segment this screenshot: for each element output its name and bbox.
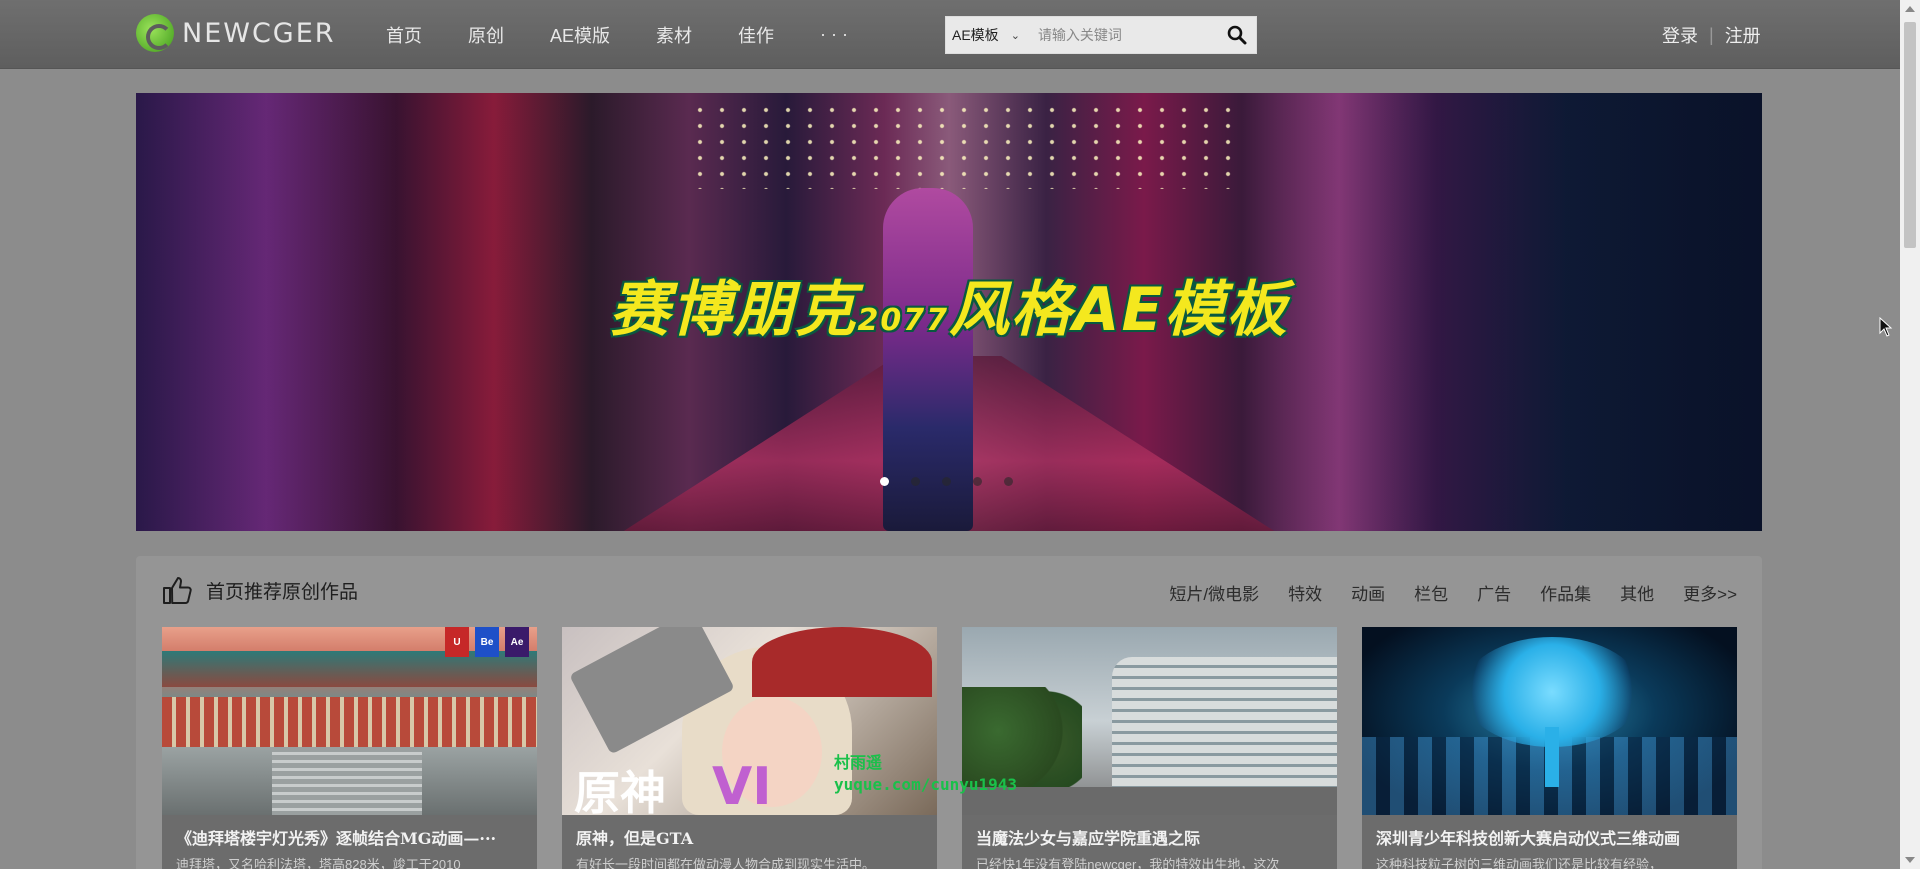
thumb-road xyxy=(962,787,1337,815)
mouse-cursor-icon xyxy=(1879,317,1893,337)
search-bar: AE模板 ⌄ xyxy=(945,16,1257,54)
banner-dot-3[interactable] xyxy=(942,477,951,486)
card-title: 深圳青少年科技创新大赛启动仪式三维动画 xyxy=(1376,829,1681,848)
search-category-value: AE模板 xyxy=(952,27,999,43)
main-nav: 首页 原创 AE模版 素材 佳作 · · · xyxy=(386,0,894,69)
logo-icon xyxy=(136,14,174,52)
search-category-select[interactable]: AE模板 ⌄ xyxy=(946,17,1034,53)
watermark: 村雨遥 yuque.com/cunyu1943 xyxy=(834,752,1017,796)
banner-dot-2[interactable] xyxy=(911,477,920,486)
banner-title-number: 2077 xyxy=(857,303,950,338)
watermark-url: yuque.com/cunyu1943 xyxy=(834,775,1018,794)
thumb-trunk xyxy=(1545,727,1559,787)
card-desc: 这种科技粒子树的三维动画我们还是比较有经验， xyxy=(1376,857,1663,869)
tab-advertising[interactable]: 广告 xyxy=(1477,580,1511,605)
badge-after-effects: Ae xyxy=(505,627,529,657)
thumb-genshin-text: 原神 xyxy=(574,766,666,815)
tab-animation[interactable]: 动画 xyxy=(1351,580,1385,605)
badge-u: U xyxy=(445,627,469,657)
register-link[interactable]: 注册 xyxy=(1725,22,1761,48)
thumb-building xyxy=(1112,657,1337,787)
thumb-hat xyxy=(752,627,932,697)
watermark-author: 村雨遥 xyxy=(834,753,883,772)
banner-title-part1: 赛博朋克 xyxy=(609,275,858,345)
banner-title-part3: 风格AE模板 xyxy=(949,275,1289,345)
category-tabs: 短片/微电影 特效 动画 栏包 广告 作品集 其他 更多>> xyxy=(1140,580,1737,605)
section-title: 首页推荐原创作品 xyxy=(206,580,359,603)
software-badges: U Be Ae xyxy=(439,627,529,657)
page-scrollbar[interactable] xyxy=(1900,0,1920,869)
tab-short-film[interactable]: 短片/微电影 xyxy=(1169,580,1259,605)
search-input[interactable] xyxy=(1033,17,1219,53)
work-cards: U Be Ae 《迪拜塔楼宇灯光秀》逐帧结合MG动画—··· 迪拜塔，又名哈利法… xyxy=(162,627,1737,869)
nav-materials[interactable]: 素材 xyxy=(656,22,692,48)
hero-banner[interactable]: 赛博朋克2077风格AE模板 xyxy=(136,93,1762,531)
card-thumbnail: U Be Ae xyxy=(162,627,537,815)
thumb-vi-text: VI xyxy=(712,757,772,815)
banner-dot-4[interactable] xyxy=(973,477,982,486)
tab-channel-package[interactable]: 栏包 xyxy=(1414,580,1448,605)
tab-more[interactable]: 更多>> xyxy=(1683,580,1737,605)
chevron-down-icon: ⌄ xyxy=(1010,29,1020,42)
card-title: 当魔法少女与嘉应学院重遇之际 xyxy=(976,829,1201,848)
nav-more[interactable]: · · · xyxy=(820,24,848,45)
card-title: 原神，但是GTA xyxy=(576,829,694,848)
card-title: 《迪拜塔楼宇灯光秀》逐帧结合MG动画—··· xyxy=(176,829,497,848)
nav-home[interactable]: 首页 xyxy=(386,22,422,48)
banner-title: 赛博朋克2077风格AE模板 xyxy=(136,261,1762,348)
thumbs-up-icon xyxy=(163,577,192,604)
section-header: 首页推荐原创作品 xyxy=(161,574,358,606)
top-header: NEWCGER 首页 原创 AE模版 素材 佳作 · · · AE模板 ⌄ 登录… xyxy=(0,0,1900,69)
banner-string-lights xyxy=(688,101,1242,190)
nav-showcase[interactable]: 佳作 xyxy=(738,22,774,48)
banner-dot-5[interactable] xyxy=(1004,477,1013,486)
thumb-wall xyxy=(162,697,537,747)
auth-links: 登录 | 注册 xyxy=(1662,22,1761,48)
card-desc: 迪拜塔，又名哈利法塔，塔高828米，竣工于2010 xyxy=(176,857,461,869)
site-logo[interactable]: NEWCGER xyxy=(136,14,336,52)
banner-pagination xyxy=(880,477,1035,486)
search-icon xyxy=(1228,25,1247,45)
scroll-down-arrow-icon[interactable] xyxy=(1905,857,1915,863)
nav-ae-templates[interactable]: AE模版 xyxy=(550,22,610,48)
recommend-section: 首页推荐原创作品 短片/微电影 特效 动画 栏包 广告 作品集 其他 更多>> … xyxy=(136,556,1762,869)
banner-dot-1[interactable] xyxy=(880,477,889,486)
auth-separator: | xyxy=(1709,24,1714,45)
thumb-steps xyxy=(272,747,422,815)
tab-other[interactable]: 其他 xyxy=(1620,580,1654,605)
card-desc: 已经快1年没有登陆newcger，我的特效出生地，这次 xyxy=(976,857,1280,869)
work-card[interactable]: 当魔法少女与嘉应学院重遇之际 已经快1年没有登陆newcger，我的特效出生地，… xyxy=(962,627,1337,869)
scrollbar-thumb[interactable] xyxy=(1904,22,1916,248)
search-button[interactable] xyxy=(1219,17,1256,53)
login-link[interactable]: 登录 xyxy=(1662,22,1698,48)
nav-original[interactable]: 原创 xyxy=(468,22,504,48)
logo-text: NEWCGER xyxy=(182,17,336,49)
tab-vfx[interactable]: 特效 xyxy=(1288,580,1322,605)
badge-behance: Be xyxy=(475,627,499,657)
card-thumbnail xyxy=(1362,627,1737,815)
card-desc: 有好长一段时间都在做动漫人物合成到现实生活中。 xyxy=(576,857,876,869)
work-card[interactable]: 深圳青少年科技创新大赛启动仪式三维动画 这种科技粒子树的三维动画我们还是比较有经… xyxy=(1362,627,1737,869)
tab-portfolio[interactable]: 作品集 xyxy=(1540,580,1591,605)
work-card[interactable]: 原神 VI 原神，但是GTA 有好长一段时间都在做动漫人物合成到现实生活中。 xyxy=(562,627,937,869)
work-card[interactable]: U Be Ae 《迪拜塔楼宇灯光秀》逐帧结合MG动画—··· 迪拜塔，又名哈利法… xyxy=(162,627,537,869)
card-thumbnail xyxy=(962,627,1337,815)
scroll-up-arrow-icon[interactable] xyxy=(1905,6,1915,12)
